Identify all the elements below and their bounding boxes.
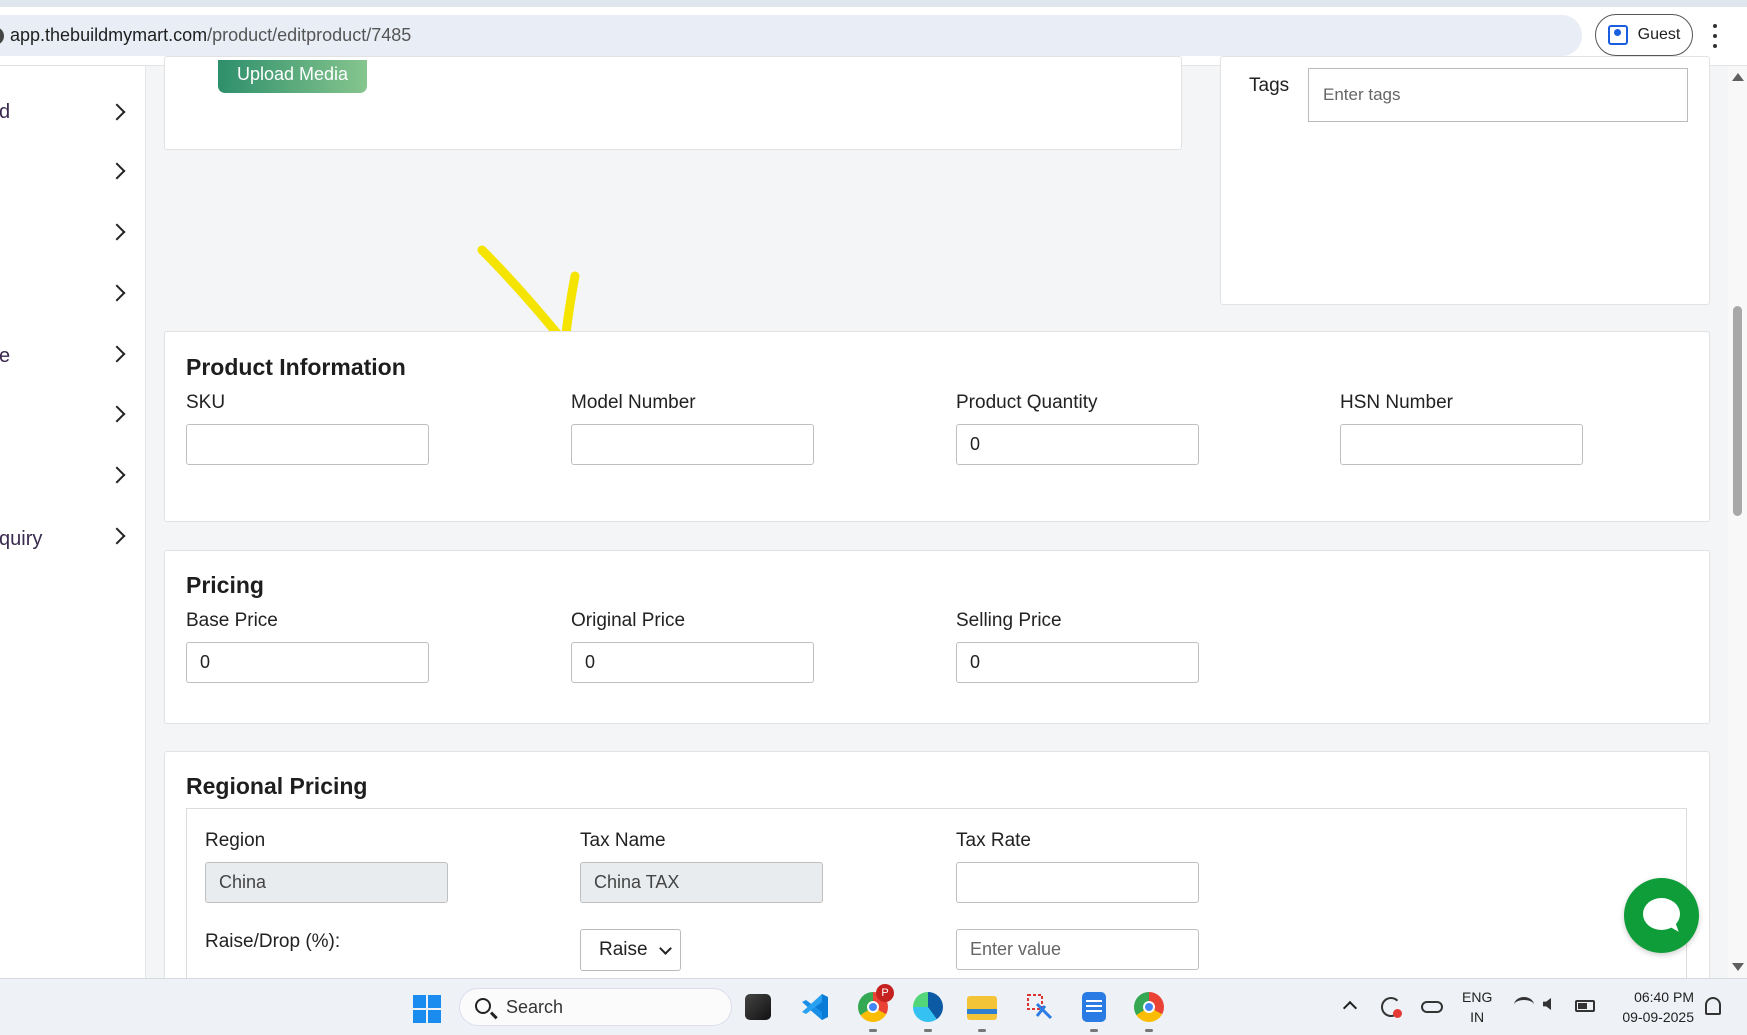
clock-time: 06:40 PM — [1634, 989, 1694, 1005]
search-icon — [475, 998, 491, 1014]
tags-input[interactable] — [1308, 68, 1688, 122]
chevron-right-icon — [108, 527, 126, 545]
notification-bell-icon[interactable] — [1705, 997, 1721, 1015]
chevron-right-icon — [108, 103, 126, 121]
pricing-card — [164, 550, 1710, 724]
sidebar-item-7[interactable] — [0, 455, 146, 495]
model-number-label: Model Number — [571, 392, 696, 413]
sku-input[interactable] — [186, 424, 429, 465]
page-scrollbar[interactable] — [1728, 66, 1747, 978]
sidebar-item-5[interactable]: e — [0, 334, 146, 374]
wifi-icon[interactable] — [1514, 997, 1534, 1013]
language-indicator[interactable]: ENG IN — [1462, 987, 1492, 1027]
clock-date: 09-09-2025 — [1622, 1009, 1694, 1025]
chevron-down-icon — [659, 942, 672, 955]
tax-rate-label: Tax Rate — [956, 830, 1031, 851]
vscode-icon[interactable] — [800, 992, 830, 1022]
sidebar-item-1[interactable]: d — [0, 92, 146, 132]
chevron-right-icon — [108, 405, 126, 423]
tags-label: Tags — [1249, 75, 1290, 96]
system-clock[interactable]: 06:40 PM 09-09-2025 — [1612, 987, 1694, 1027]
scroll-down-icon[interactable] — [1732, 963, 1744, 971]
tax-name-label: Tax Name — [580, 830, 666, 851]
tax-name-input — [580, 862, 823, 903]
sidebar: d e quiry — [0, 66, 146, 978]
battery-icon[interactable] — [1575, 1000, 1595, 1012]
raise-drop-select[interactable]: Raise — [580, 929, 681, 971]
profile-icon — [1607, 25, 1628, 45]
scroll-up-icon[interactable] — [1732, 73, 1744, 81]
region-label: Region — [205, 830, 266, 851]
regional-pricing-title: Regional Pricing — [186, 773, 368, 799]
chevron-right-icon — [108, 466, 126, 484]
base-price-input[interactable] — [186, 642, 429, 683]
region-input — [205, 862, 448, 903]
file-explorer-icon[interactable] — [967, 996, 997, 1020]
selling-price-label: Selling Price — [956, 610, 1062, 631]
sidebar-item-label: e — [0, 345, 11, 367]
taskbar-search[interactable]: Search — [459, 988, 732, 1026]
raise-drop-label: Raise/Drop (%): — [205, 931, 341, 952]
url-path: /product/editproduct/7485 — [207, 25, 412, 45]
value-input[interactable] — [956, 929, 1199, 970]
sidebar-item-2[interactable] — [0, 151, 146, 191]
pricing-title: Pricing — [186, 572, 264, 598]
profile-button[interactable]: Guest — [1595, 14, 1693, 56]
browser-menu-icon[interactable] — [1712, 24, 1718, 48]
upload-media-button[interactable]: Upload Media — [218, 60, 367, 93]
sidebar-item-8[interactable]: quiry — [0, 516, 146, 556]
sidebar-item-4[interactable] — [0, 273, 146, 313]
volume-icon[interactable] — [1543, 998, 1551, 1010]
chevron-right-icon — [108, 162, 126, 180]
url-host: app.thebuildmymart.com — [10, 25, 208, 45]
product-quantity-label: Product Quantity — [956, 392, 1098, 413]
original-price-input[interactable] — [571, 642, 814, 683]
taskbar-search-label: Search — [506, 996, 564, 1017]
sidebar-item-label: quiry — [0, 528, 43, 550]
original-price-label: Original Price — [571, 610, 686, 631]
sidebar-item-3[interactable] — [0, 212, 146, 252]
model-number-input[interactable] — [571, 424, 814, 465]
chevron-right-icon — [108, 284, 126, 302]
selling-price-input[interactable] — [956, 642, 1199, 683]
product-information-title: Product Information — [186, 354, 406, 380]
scrollbar-thumb[interactable] — [1733, 306, 1742, 516]
chrome-profile-badge: P — [876, 984, 894, 1002]
raise-drop-selected: Raise — [599, 939, 648, 960]
hsn-number-input[interactable] — [1340, 424, 1583, 465]
hsn-number-label: HSN Number — [1340, 392, 1453, 413]
sidebar-item-label: d — [0, 100, 11, 123]
tray-overflow-icon[interactable] — [1342, 1000, 1358, 1016]
tax-rate-input[interactable] — [956, 862, 1199, 903]
snipping-tool-icon[interactable] — [1025, 992, 1055, 1022]
tab-strip — [0, 0, 1747, 7]
product-quantity-input[interactable] — [956, 424, 1199, 465]
profile-label: Guest — [1637, 26, 1681, 43]
language-code: ENG — [1462, 989, 1493, 1005]
edge-icon[interactable] — [913, 992, 943, 1022]
base-price-label: Base Price — [186, 610, 278, 631]
chrome-icon[interactable] — [1134, 992, 1164, 1022]
notepad-icon[interactable] — [1082, 992, 1106, 1022]
chevron-right-icon — [108, 345, 126, 363]
sync-icon[interactable] — [1381, 997, 1402, 1018]
site-info-icon[interactable] — [0, 26, 4, 45]
sku-label: SKU — [186, 392, 226, 413]
taskbar: Search P ENG IN 06:40 PM 09-09-2025 — [0, 978, 1747, 1035]
chevron-right-icon — [108, 223, 126, 241]
windows-start-icon[interactable] — [413, 995, 441, 1023]
onedrive-icon[interactable] — [1421, 1001, 1443, 1013]
sidebar-item-6[interactable] — [0, 394, 146, 434]
chat-widget-button[interactable] — [1624, 878, 1699, 953]
region-code: IN — [1470, 1009, 1485, 1025]
address-bar[interactable]: app.thebuildmymart.com/product/editprodu… — [0, 15, 1582, 56]
chrome-profile-icon[interactable]: P — [858, 984, 894, 1022]
task-view-icon[interactable] — [745, 994, 771, 1020]
